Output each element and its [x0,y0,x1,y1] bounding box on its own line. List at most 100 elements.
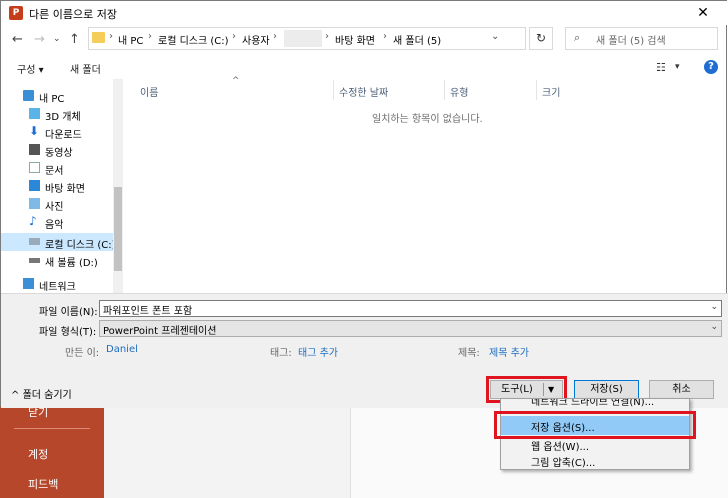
menu-item-compress-pictures[interactable]: 그림 압축(C)... [501,451,689,470]
chevron-down-icon[interactable]: ⌄ [491,31,499,42]
menu-item-map-network-drive[interactable]: 네트워크 드라이브 연결(N)... [501,399,689,411]
drive-icon [29,238,40,245]
nav-item-documents[interactable]: 문서 [1,159,113,177]
new-folder-button[interactable]: 새 폴더 [70,61,101,76]
breadcrumb-drive[interactable]: 로컬 디스크 (C:) [158,32,229,47]
chevron-down-icon[interactable]: ▾ [675,62,680,72]
nav-item-music[interactable]: ♪ 음악 [1,213,113,231]
navigation-pane: 내 PC 3D 개체 ⬇ 다운로드 동영상 문서 바탕 화면 사진 ♪ 음악 로… [1,79,123,293]
nav-item-volume-d[interactable]: 새 볼륨 (D:) [1,251,113,269]
highlight-box-save-options [494,411,696,439]
nav-item-videos[interactable]: 동영상 [1,141,113,159]
breadcrumb-separator-icon[interactable]: › [148,31,152,42]
nav-item-pc[interactable]: 내 PC [1,87,113,105]
recent-chevron-icon[interactable]: ⌄ [53,34,61,44]
nav-scrollbar-thumb[interactable] [114,187,122,271]
help-icon[interactable]: ? [704,60,718,74]
video-icon [29,144,40,155]
column-divider[interactable] [444,80,445,100]
tags-value[interactable]: 태그 추가 [298,344,338,359]
dialog-title: 다른 이름으로 저장 [29,8,117,21]
pictures-icon [29,198,40,209]
nav-item-label: 로컬 디스크 (C:) [45,240,116,251]
powerpoint-icon: P [9,6,23,20]
author-value[interactable]: Daniel [106,344,138,355]
nav-item-label: 내 PC [39,94,65,105]
forward-arrow-icon[interactable]: → [34,32,45,47]
title-label: 제목: [458,348,480,359]
breadcrumb-folder[interactable]: 새 폴더 (5) [393,32,441,47]
breadcrumb-users[interactable]: 사용자 [242,32,270,47]
address-bar[interactable]: › 내 PC › 로컬 디스크 (C:) › 사용자 › › 바탕 화면 › 새… [88,27,526,50]
nav-item-label: 새 볼륨 (D:) [45,258,98,269]
filename-label: 파일 이름(N): [39,307,98,318]
back-arrow-icon[interactable]: ← [12,32,23,47]
save-button[interactable]: 저장(S) [574,380,639,399]
redacted-username [284,30,322,47]
backstage-account-item[interactable]: 계정 [28,446,48,462]
column-divider[interactable] [536,80,537,100]
breadcrumb-separator-icon[interactable]: › [325,31,329,42]
chevron-down-icon[interactable]: ⌄ [710,322,718,332]
nav-item-downloads[interactable]: ⬇ 다운로드 [1,123,113,141]
backstage-sidebar: 닫기 계정 피드백 [0,400,104,498]
breadcrumb-desktop[interactable]: 바탕 화면 [335,32,375,47]
nav-item-label: 다운로드 [45,130,82,141]
nav-item-label: 바탕 화면 [45,184,85,195]
column-header-size[interactable]: 크기 [542,84,560,99]
nav-item-label: 네트워크 [39,282,76,293]
refresh-icon: ↻ [535,31,547,45]
filetype-select[interactable]: PowerPoint 프레젠테이션 ⌄ [99,320,722,337]
breadcrumb-separator-icon[interactable]: › [232,31,236,42]
author-label: 만든 이: [65,348,100,359]
backstage-divider [14,428,90,429]
hide-folders-toggle[interactable]: ^ 폴더 숨기기 [11,386,72,401]
network-icon [23,278,34,289]
save-as-dialog: P 다른 이름으로 저장 ✕ ← → ⌄ ↑ › 내 PC › 로컬 디스크 (… [0,0,728,408]
chevron-down-icon[interactable]: ⌄ [710,302,718,312]
breadcrumb-separator-icon[interactable]: › [383,31,387,42]
nav-item-desktop[interactable]: 바탕 화면 [1,177,113,195]
nav-item-label: 사진 [45,202,64,213]
close-button[interactable]: ✕ [687,3,719,23]
search-input[interactable]: ⌕ 새 폴더 (5) 검색 [565,27,718,50]
refresh-button[interactable]: ↻ [529,27,553,50]
hide-folders-label: 폴더 숨기기 [22,390,72,401]
filetype-label: 파일 형식(T): [39,327,97,338]
nav-item-local-disk-c[interactable]: 로컬 디스크 (C:) [1,233,116,251]
filename-field[interactable]: 파워포인트 폰트 포함 ⌄ [99,300,722,317]
nav-item-label: 동영상 [45,148,73,159]
nav-item-3d-objects[interactable]: 3D 개체 [1,105,113,123]
title-value[interactable]: 제목 추가 [489,344,529,359]
nav-item-label: 3D 개체 [45,112,81,123]
drive-icon [29,258,40,263]
empty-folder-message: 일치하는 항목이 없습니다. [372,114,483,125]
music-icon: ♪ [29,214,37,228]
column-header-date[interactable]: 수정한 날짜 [339,84,388,99]
download-icon: ⬇ [29,124,40,138]
column-header-name[interactable]: 이름 [140,84,158,99]
column-divider[interactable] [333,80,334,100]
nav-item-label: 문서 [45,166,64,177]
folder-icon [92,32,105,43]
nav-item-pictures[interactable]: 사진 [1,195,113,213]
nav-item-label: 음악 [45,220,64,231]
view-options-icon[interactable]: ☷ [656,61,666,74]
search-icon: ⌕ [574,31,581,44]
cube-icon [29,108,40,119]
menu-item-label: 네트워크 드라이브 연결(N)... [531,399,655,408]
menu-item-label: 그림 압축(C)... [531,458,596,469]
organize-button[interactable]: 구성 ▾ [17,61,44,76]
cancel-button[interactable]: 취소 [649,380,714,399]
title-bar[interactable]: P 다른 이름으로 저장 ✕ [1,1,728,25]
breadcrumb-pc[interactable]: 내 PC [118,32,143,47]
search-placeholder: 새 폴더 (5) 검색 [596,36,666,47]
nav-item-network[interactable]: 네트워크 [1,275,113,293]
column-header-type[interactable]: 유형 [450,84,468,99]
backstage-feedback-item[interactable]: 피드백 [28,476,58,492]
breadcrumb-separator-icon[interactable]: › [273,31,277,42]
up-arrow-icon[interactable]: ↑ [69,32,80,47]
chevron-up-icon: ^ [11,390,20,401]
breadcrumb-separator-icon[interactable]: › [109,31,113,42]
close-icon: ✕ [697,5,709,21]
